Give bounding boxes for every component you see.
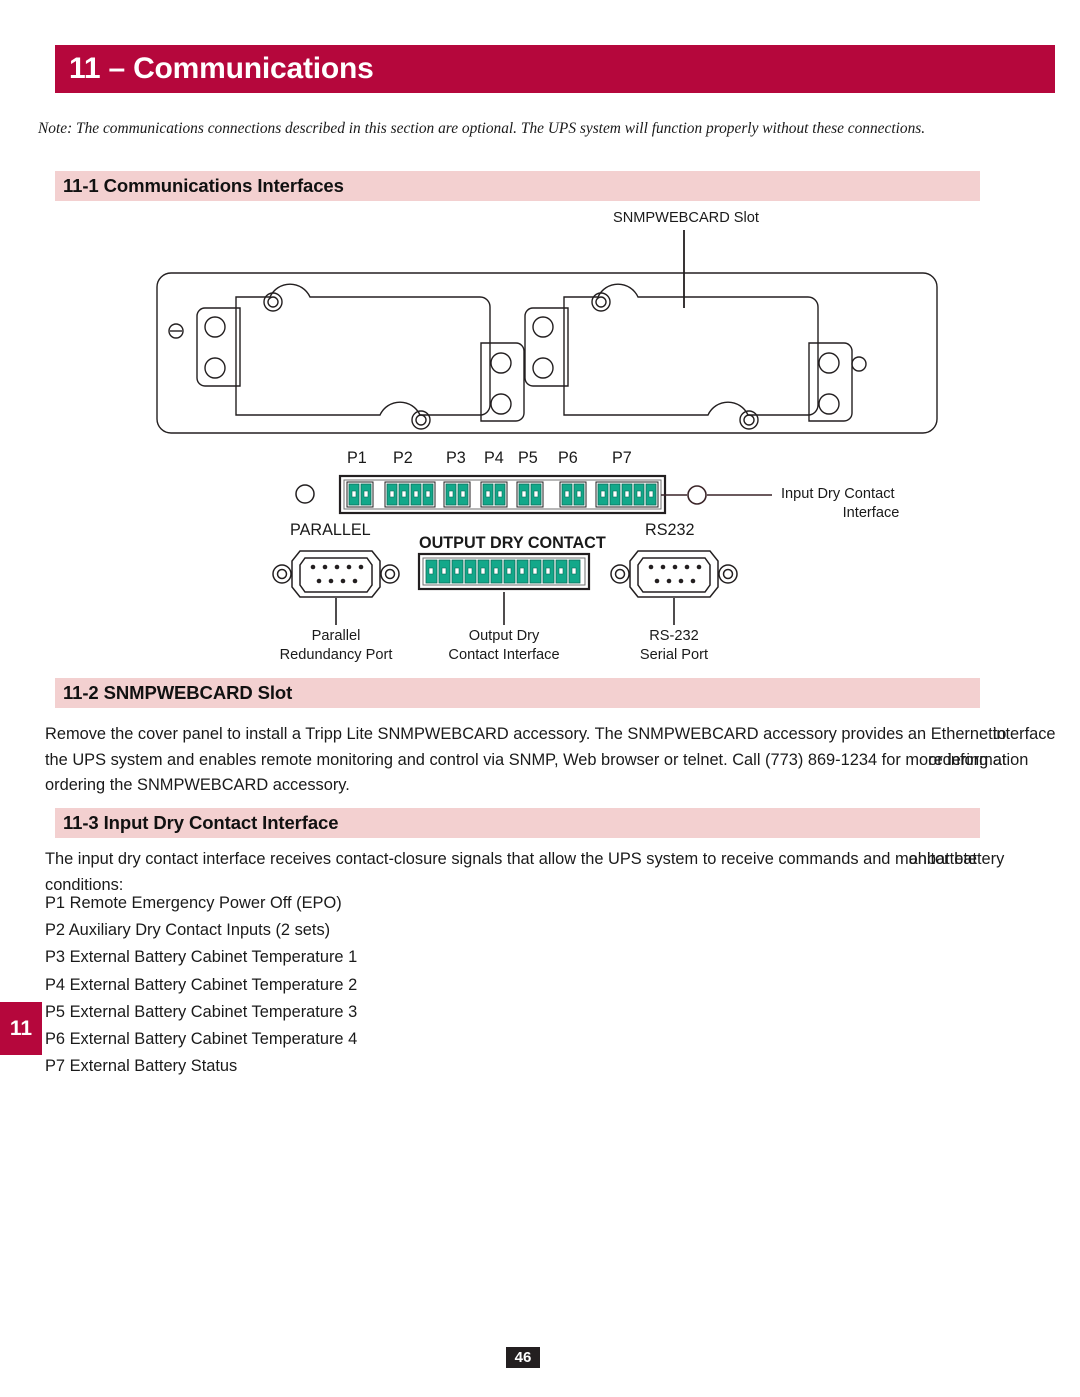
list-item: P7 External Battery Status	[45, 1057, 238, 1076]
snmp-paragraph-line-1: Remove the cover panel to install a Trip…	[45, 722, 1056, 748]
output-dry-contact-label: OUTPUT DRY CONTACT	[419, 534, 606, 552]
pin-label-p7: P7	[612, 449, 632, 467]
idc-line1-main: The input dry contact interface receives…	[45, 850, 909, 868]
page-number-text: 46	[514, 1349, 532, 1366]
pin-label-p3: P3	[446, 449, 466, 467]
list-item: P1 Remote Emergency Power Off (EPO)	[45, 894, 342, 912]
chapter-side-tab-number: 11	[9, 1016, 33, 1040]
rs232-serial-caption: RS-232 Serial Port	[601, 627, 747, 665]
input-dry-contact-callout-line1: Input Dry Contact	[781, 486, 895, 502]
communications-interfaces-figure: SNMPWEBCARD Slot P1 P2 P3 P4 P5 P6 P7 In…	[0, 196, 1080, 663]
idc-line1-overlap-b: ahbattete	[908, 850, 977, 868]
list-item: P4 External Battery Cabinet Temperature …	[45, 975, 358, 994]
rear-panel-drawing	[156, 230, 938, 434]
output-caption-line1: Output Dry	[468, 628, 540, 644]
pin-label-p1: P1	[347, 449, 367, 467]
input-dry-contact-callout: Input Dry Contact Interface	[781, 485, 961, 523]
section-heading-11-3: 11-3 Input Dry Contact Interface	[55, 808, 980, 838]
list-item: P3 External Battery Cabinet Temperature …	[45, 948, 358, 967]
pin-label-p6: P6	[558, 449, 578, 467]
note-text: Note: The communications connections des…	[38, 120, 926, 137]
page-number-badge: 46	[506, 1347, 540, 1368]
idc-line1-overlap: onitor battery ahbattete	[909, 847, 1005, 873]
list-item: P5 External Battery Cabinet Temperature …	[45, 1002, 358, 1021]
parallel-port-label: PARALLEL	[290, 521, 371, 539]
idc-paragraph-line-1: The input dry contact interface receives…	[45, 847, 1055, 873]
rs232-caption-line2: Serial Port	[639, 647, 709, 663]
snmpwebcard-paragraph: Remove the cover panel to install a Trip…	[45, 722, 1056, 799]
snmp-line1-overlap: interface to	[993, 722, 1056, 748]
snmp-line1-main: Remove the cover panel to install a Trip…	[45, 725, 993, 743]
snmp-line2-overlap-b: ordering at	[928, 750, 1007, 769]
output-dry-contact-caption: Output Dry Contact Interface	[431, 627, 577, 665]
pin-label-p2: P2	[393, 449, 413, 467]
parallel-caption-line1: Parallel	[311, 628, 361, 644]
input-dry-contact-pin-list: P1 Remote Emergency Power Off (EPO) P2 A…	[45, 890, 645, 1080]
section-heading-11-2: 11-2 SNMPWEBCARD Slot	[55, 678, 980, 708]
output-caption-line2: Contact Interface	[448, 647, 560, 663]
snmpwebcard-slot-callout: SNMPWEBCARD Slot	[613, 210, 759, 226]
parallel-caption-line2: Redundancy Port	[279, 647, 393, 663]
section-title-11-1: 11-1 Communications Interfaces	[63, 175, 344, 196]
chapter-side-tab: 11	[0, 1002, 42, 1055]
chapter-header-bar: 11 – Communications	[55, 45, 1055, 93]
list-item: P2 Auxiliary Dry Contact Inputs (2 sets)	[45, 921, 331, 940]
snmp-line2-main: the UPS system and enables remote monito…	[45, 750, 929, 769]
snmp-line2-overlap: re information ordering at	[928, 748, 1028, 774]
rs232-port-label: RS232	[645, 521, 695, 539]
snmp-paragraph-line-3: ordering the SNMPWEBCARD accessory.	[45, 776, 350, 794]
pin-label-p4: P4	[484, 449, 504, 467]
pin-label-p5: P5	[518, 449, 538, 467]
parallel-redundancy-caption: Parallel Redundancy Port	[263, 627, 409, 665]
snmp-paragraph-line-2: the UPS system and enables remote monito…	[45, 748, 1055, 774]
section-title-11-3: 11-3 Input Dry Contact Interface	[63, 812, 339, 833]
section-title-11-2: 11-2 SNMPWEBCARD Slot	[63, 682, 293, 703]
rs232-caption-line1: RS-232	[649, 628, 699, 644]
input-dry-contact-callout-line2: Interface	[842, 505, 900, 521]
snmp-line1-overlap-b: to	[992, 725, 1007, 743]
list-item: P6 External Battery Cabinet Temperature …	[45, 1030, 358, 1049]
page-title: 11 – Communications	[69, 52, 374, 85]
